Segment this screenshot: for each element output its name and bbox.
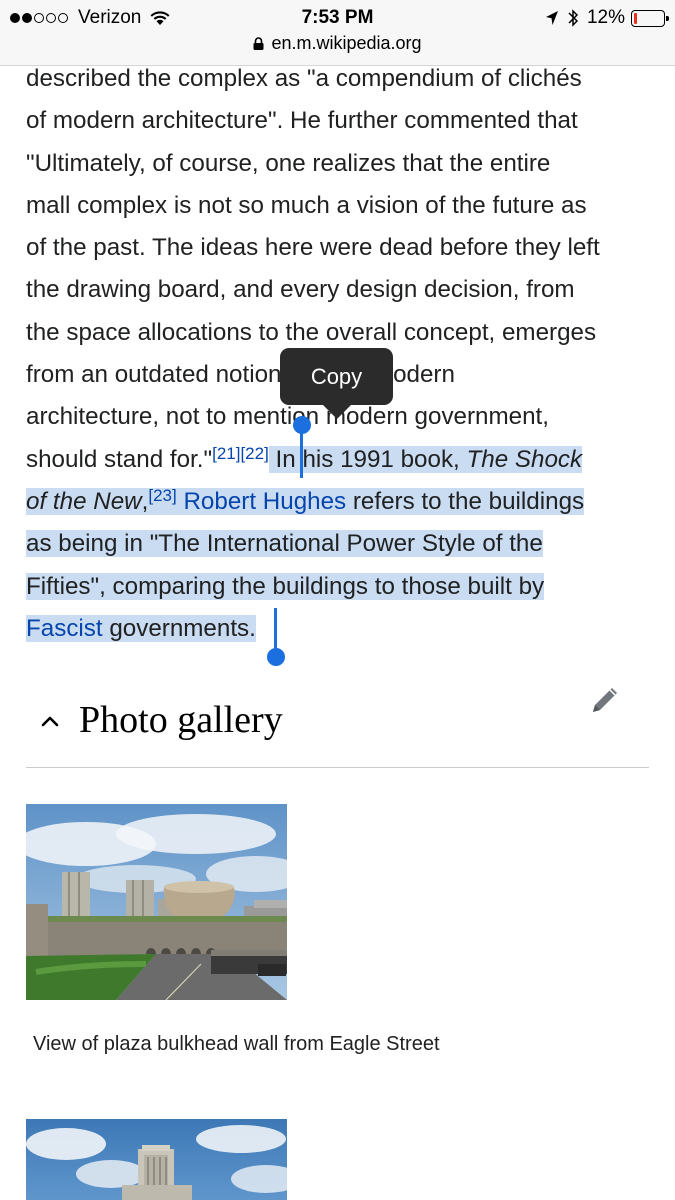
bluetooth-icon	[568, 9, 579, 27]
text-line: as being in "The International Power Sty…	[26, 523, 656, 565]
selected-text: Fifties", comparing the buildings to tho…	[26, 572, 545, 600]
book-title: of the New	[26, 487, 142, 515]
address-bar[interactable]: en.m.wikipedia.org	[0, 33, 675, 57]
selected-text: Fascist governments.	[26, 614, 256, 642]
quote-end-text: should stand for."	[26, 445, 213, 473]
text-line: mall complex is not so much a vision of …	[26, 191, 587, 219]
link-fascist[interactable]: Fascist	[26, 615, 103, 642]
edit-pencil-icon[interactable]	[585, 680, 625, 720]
gallery-image-empire-state-plaza[interactable]	[26, 804, 287, 1000]
selected-text-part: refers to the buildings	[346, 487, 585, 515]
chevron-up-icon[interactable]	[38, 710, 62, 734]
battery-fill	[634, 12, 637, 24]
reference-link-23[interactable]: [23]	[148, 486, 176, 505]
link-robert-hughes[interactable]: Robert Hughes	[183, 488, 346, 515]
photo-tower	[26, 1119, 287, 1200]
reference-link-21[interactable]: [21]	[212, 444, 240, 463]
status-right: 12%	[545, 7, 669, 29]
text-line: should stand for."[21][22] In his 1991 b…	[26, 439, 656, 481]
selected-text: of the New,[23] Robert Hughes refers to …	[26, 486, 585, 515]
text-line: of the past. The ideas here were dead be…	[26, 234, 600, 262]
battery-icon	[631, 9, 669, 27]
battery-percentage: 12%	[586, 7, 625, 28]
selected-text-part: governments.	[102, 614, 256, 642]
status-bar: Verizon 7:53 PM 12%	[0, 0, 675, 34]
section-title: Photo gallery	[79, 699, 283, 741]
browser-top-bar: Verizon 7:53 PM 12% en.m.wikipedia.org	[0, 0, 675, 66]
selection-end-handle[interactable]	[267, 648, 285, 666]
gallery-image-second[interactable]	[26, 1119, 287, 1200]
photo-empire-state-plaza	[26, 804, 287, 1000]
text-line: Fascist governments.	[26, 608, 656, 650]
book-title: The Shock	[466, 445, 583, 473]
selection-start-caret[interactable]	[300, 425, 303, 478]
text-line: of the New,[23] Robert Hughes refers to …	[26, 481, 656, 523]
selected-text: In his 1991 book, The Shock	[268, 445, 583, 473]
text-line: Fifties", comparing the buildings to tho…	[26, 566, 656, 608]
selected-text-part: In his 1991 book,	[275, 445, 467, 473]
text-line: of modern architecture". He further comm…	[26, 107, 578, 135]
gallery-caption: View of plaza bulkhead wall from Eagle S…	[33, 1033, 440, 1055]
lock-icon	[253, 37, 264, 50]
text-line: the drawing board, and every design deci…	[26, 276, 575, 304]
location-arrow-icon	[545, 11, 558, 25]
copy-popover-arrow	[322, 404, 352, 419]
text-line: "Ultimately, of course, one realizes tha…	[26, 149, 551, 177]
reference-link-22[interactable]: [22]	[240, 444, 268, 463]
selected-text: as being in "The International Power Sty…	[26, 530, 543, 558]
section-header-photo-gallery[interactable]: Photo gallery	[26, 688, 649, 768]
copy-button[interactable]: Copy	[280, 348, 393, 405]
url-text: en.m.wikipedia.org	[271, 33, 422, 53]
